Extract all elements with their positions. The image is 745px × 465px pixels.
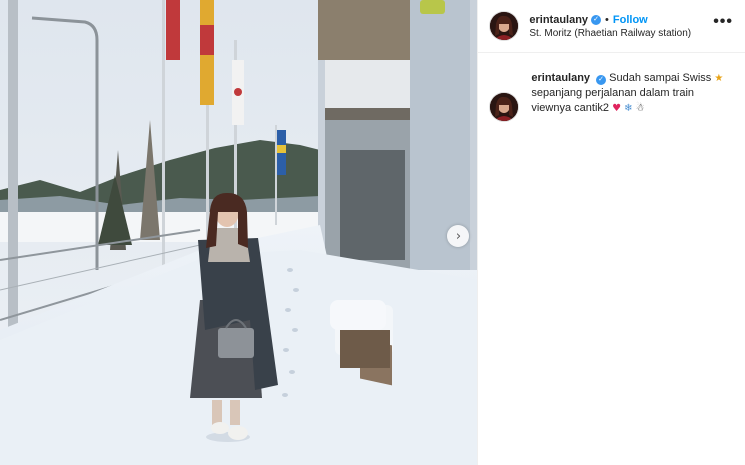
avatar-image <box>490 12 519 40</box>
follow-button[interactable]: Follow <box>613 14 648 26</box>
caption-text: erintaulany ✓ Sudah sampai Swiss ★ sepan… <box>531 71 726 121</box>
caption-avatar-image <box>490 93 519 121</box>
photo-illustration <box>0 0 478 465</box>
more-options-icon[interactable]: ••• <box>713 14 733 30</box>
header-text: erintaulany ✓ • Follow St. Moritz (Rhaet… <box>529 14 691 39</box>
header-line: erintaulany ✓ • Follow <box>529 14 691 26</box>
snowman-emoji-icon: ☃ <box>635 103 645 114</box>
caption: erintaulany ✓ Sudah sampai Swiss ★ sepan… <box>478 53 745 121</box>
location-link[interactable]: St. Moritz (Rhaetian Railway station) <box>529 28 691 39</box>
username-link[interactable]: erintaulany <box>529 14 588 26</box>
caption-body: Sudah sampai Swiss <box>609 72 712 84</box>
next-photo-button[interactable]: › <box>447 225 469 247</box>
chevron-right-icon: › <box>455 228 462 244</box>
caption-username[interactable]: erintaulany <box>531 72 590 84</box>
post-header: erintaulany ✓ • Follow St. Moritz (Rhaet… <box>478 0 745 53</box>
avatar[interactable] <box>490 12 519 40</box>
heart-emoji-icon: ♥ <box>612 103 622 114</box>
post-sidebar: erintaulany ✓ • Follow St. Moritz (Rhaet… <box>477 0 745 465</box>
instagram-post: › erintaulany ✓ • Follow St. Moritz (Rha… <box>0 0 745 465</box>
caption-avatar[interactable] <box>490 93 519 121</box>
caption-verified-badge-icon: ✓ <box>596 74 607 85</box>
snowflake-emoji-icon: ❄ <box>624 103 633 114</box>
star-struck-emoji-icon: ★ <box>714 73 724 84</box>
verified-badge-icon: ✓ <box>591 14 602 25</box>
separator-dot: • <box>605 13 609 26</box>
post-photo[interactable]: › <box>0 0 478 465</box>
